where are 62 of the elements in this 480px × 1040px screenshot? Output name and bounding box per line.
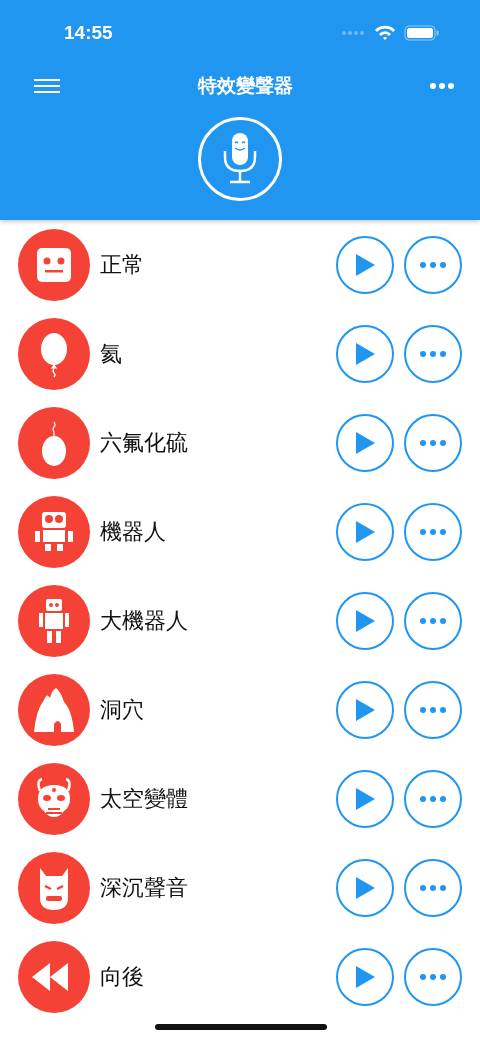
more-icon: [420, 706, 446, 713]
app-title: 特效變聲器: [197, 73, 293, 98]
more-options-button[interactable]: [404, 502, 462, 561]
more-options-button[interactable]: [404, 591, 462, 650]
wifi-icon: [374, 25, 396, 41]
more-icon: [420, 261, 446, 268]
play-button[interactable]: [336, 324, 394, 383]
menu-button[interactable]: [34, 78, 60, 94]
play-icon: [354, 786, 376, 811]
play-icon: [354, 608, 376, 633]
play-icon: [354, 519, 376, 544]
play-icon: [354, 875, 376, 900]
play-icon: [354, 697, 376, 722]
more-options-button[interactable]: [404, 413, 462, 472]
more-options-button[interactable]: [404, 324, 462, 383]
play-button[interactable]: [336, 769, 394, 828]
more-options-button[interactable]: [404, 235, 462, 294]
heavy-balloon-icon: [18, 406, 90, 479]
play-button[interactable]: [336, 947, 394, 1006]
play-icon: [354, 964, 376, 989]
play-button[interactable]: [336, 502, 394, 561]
play-button[interactable]: [336, 413, 394, 472]
effect-name: 六氟化硫: [100, 428, 189, 457]
more-options-button[interactable]: [404, 769, 462, 828]
more-icon: [420, 528, 446, 535]
effect-name: 大機器人: [100, 606, 189, 635]
more-icon: [420, 973, 446, 980]
balloon-icon: [18, 317, 90, 390]
alien-icon: [18, 762, 90, 835]
play-icon: [354, 341, 376, 366]
play-icon: [354, 252, 376, 277]
play-button[interactable]: [336, 591, 394, 650]
more-icon: [420, 350, 446, 357]
effect-name: 機器人: [100, 517, 167, 546]
more-icon: [420, 439, 446, 446]
play-button[interactable]: [336, 235, 394, 294]
more-icon: [420, 884, 446, 891]
rewind-icon: [18, 940, 90, 1013]
effect-name: 氦: [100, 339, 123, 368]
robot-icon: [18, 495, 90, 568]
face-icon: [18, 228, 90, 301]
more-options-button[interactable]: [404, 680, 462, 739]
more-icon: [420, 795, 446, 802]
effect-name: 向後: [100, 962, 145, 991]
effect-name: 深沉聲音: [100, 873, 189, 902]
effect-name: 洞穴: [100, 695, 145, 724]
play-icon: [354, 430, 376, 455]
effect-name: 正常: [100, 250, 145, 279]
more-icon: [420, 617, 446, 624]
status-time: 14:55: [64, 22, 113, 44]
more-options-button[interactable]: [404, 947, 462, 1006]
more-options-button[interactable]: [404, 858, 462, 917]
signal-icon: [342, 31, 366, 35]
play-button[interactable]: [336, 858, 394, 917]
record-button[interactable]: [198, 117, 282, 201]
play-button[interactable]: [336, 680, 394, 739]
more-button[interactable]: [430, 83, 454, 89]
cave-icon: [18, 673, 90, 746]
effect-name: 太空變體: [100, 784, 189, 813]
mask-icon: [18, 851, 90, 924]
battery-icon: [404, 25, 440, 41]
big-robot-icon: [18, 584, 90, 657]
